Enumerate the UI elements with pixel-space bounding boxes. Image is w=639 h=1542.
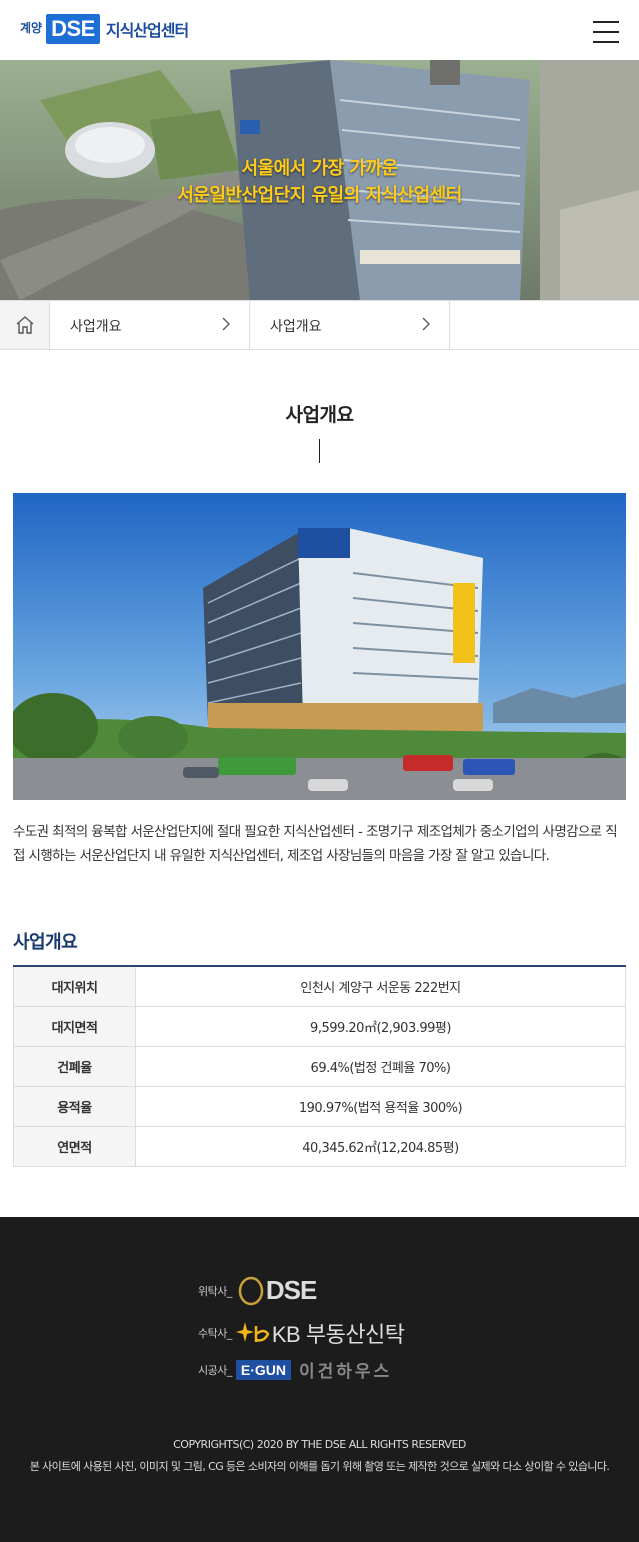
logo-prefix: 계양 [20,20,43,35]
row-label: 용적율 [13,1085,136,1127]
site-logo[interactable]: 계양 DSE 지식산업센터 [20,14,189,44]
breadcrumb-label: 사업개요 [70,319,122,335]
row-value: 69.4%(법정 건폐율 70%) [135,1045,626,1087]
logo-name: 지식산업센터 [105,21,189,40]
trustor-name: DSE [265,1275,317,1305]
kb-star-icon [235,1322,270,1342]
row-value: 190.97%(법적 용적율 300%) [135,1085,626,1127]
row-label: 건폐율 [13,1045,136,1087]
table-row: 대지위치 인천시 계양구 서운동 222번지 [13,965,626,1007]
hero-banner: 서울에서 가장 가까운 서운일반산업단지 유일의 지식산업센터 [0,60,639,300]
row-label: 대지면적 [13,1005,136,1047]
building-rendering-image [13,493,626,800]
trustee-name: KB 부동산신탁 [271,1322,405,1347]
page-title: 사업개요 [285,404,354,426]
row-label: 연면적 [13,1125,136,1167]
trustor-row: 위탁사_ DSE [198,1275,317,1306]
hamburger-menu-icon[interactable] [593,21,619,43]
builder-row: 시공사_ E·GUN 이건하우스 [198,1357,392,1382]
logo-mark: DSE [46,14,100,44]
image-disclaimer: 본 사이트에 사용된 사진, 이미지 및 그림, CG 등은 소비자의 이해를 … [29,1460,610,1473]
site-footer: 위탁사_ DSE 수탁사_ KB 부동산신탁 시공사_ E·GUN 이건하우스 [0,1217,639,1542]
site-header: 계양 DSE 지식산업센터 [0,0,639,60]
table-row: 용적율 190.97%(법적 용적율 300%) [13,1085,626,1127]
project-description: 수도권 최적의 융복합 서운산업단지에 절대 필요한 지식산업센터 - 조명기구… [13,824,618,864]
table-row: 대지면적 9,599.20㎡(2,903.99평) [13,1005,626,1047]
row-value: 인천시 계양구 서운동 222번지 [135,965,626,1007]
table-row: 건폐율 69.4%(법정 건폐율 70%) [13,1045,626,1087]
table-row: 연면적 40,345.62㎡(12,204.85평) [13,1125,626,1167]
chevron-right-icon [221,315,231,337]
hero-headline-1: 서울에서 가장 가까운 [241,158,398,179]
trustee-row: 수탁사_ KB 부동산신탁 [198,1317,405,1349]
chevron-right-icon [421,315,431,337]
breadcrumb-item-1[interactable]: 사업개요 [50,301,250,349]
builder-name: 이건하우스 [299,1362,393,1382]
hero-headline-2: 서운일반산업단지 유일의 지식산업센터 [177,185,462,206]
overview-title: 사업개요 [13,932,78,953]
breadcrumb-item-2[interactable]: 사업개요 [250,301,450,349]
dse-ring-icon [238,1276,264,1305]
row-value: 9,599.20㎡(2,903.99평) [135,1005,626,1047]
breadcrumb: 사업개요 사업개요 [0,300,639,350]
row-value: 40,345.62㎡(12,204.85평) [135,1125,626,1167]
builder-label: 시공사_ [198,1363,232,1377]
title-divider [319,439,320,463]
trustee-label: 수탁사_ [198,1327,232,1340]
trustor-label: 위탁사_ [198,1284,232,1298]
copyright-text: COPYRIGHTS(C) 2020 BY THE DSE ALL RIGHTS… [173,1438,466,1451]
builder-mark: E·GUN [235,1359,291,1380]
overview-table: 대지위치 인천시 계양구 서운동 222번지 대지면적 9,599.20㎡(2,… [13,965,626,1167]
breadcrumb-label: 사업개요 [270,319,322,335]
home-icon[interactable] [0,301,50,349]
row-label: 대지위치 [13,965,136,1007]
